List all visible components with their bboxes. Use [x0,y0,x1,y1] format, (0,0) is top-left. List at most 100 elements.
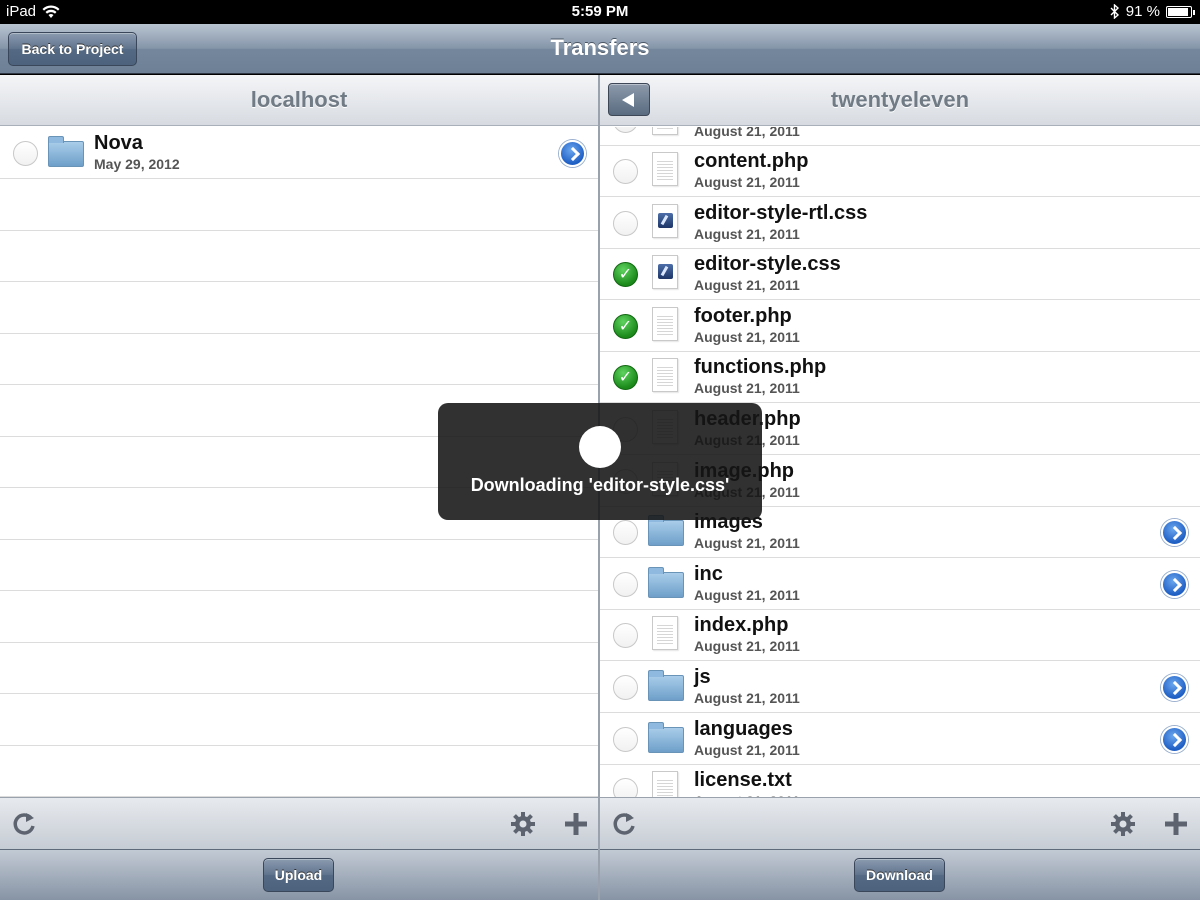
item-name: js [694,666,711,688]
item-date: May 29, 2012 [94,156,180,172]
list-item[interactable]: ✓ editor-style.css August 21, 2011 [600,248,1200,301]
refresh-icon[interactable] [11,810,39,838]
page-shape [652,771,678,797]
select-radio[interactable] [613,520,638,546]
page-shape [652,152,678,186]
text-lines [657,778,673,797]
item-date: August 21, 2011 [694,380,800,397]
download-button[interactable]: Download [854,858,945,892]
list-item[interactable]: languages August 21, 2011 [600,713,1200,765]
list-item[interactable]: license.txtAugust 21, 2011 [600,764,1200,797]
select-radio[interactable] [613,127,638,133]
gear-icon[interactable] [509,810,537,838]
item-name: index.php [694,614,789,637]
remote-pane-title: twentyeleven [830,87,970,112]
list-item[interactable]: Nova May 29, 2012 [0,127,598,179]
empty-row [0,539,598,591]
text-lines [657,159,673,181]
list-item[interactable]: editor-style-rtl.css August 21, 2011 [600,197,1200,249]
list-item[interactable]: inc August 21, 2011 [600,558,1200,610]
document-icon [646,616,684,653]
list-item[interactable]: content.php August 21, 2011 [600,145,1200,197]
document-icon [646,771,684,797]
css-badge [658,264,673,280]
local-toolbar [0,797,598,849]
page-shape [652,616,678,651]
bluetooth-icon [1110,4,1119,19]
folder-icon [646,566,684,602]
item-date: August 21, 2011 [694,638,800,655]
list-item[interactable]: index.php August 21, 2011 [600,609,1200,662]
local-pane-title: localhost [250,87,348,112]
document-icon [646,127,684,138]
folder-shape [48,136,84,167]
gear-icon[interactable] [1109,810,1137,838]
empty-row [0,642,598,694]
text-lines [657,313,673,336]
local-pane-header: localhost [0,75,598,126]
folder-shape [648,566,684,598]
text-lines [657,623,673,646]
select-radio[interactable] [613,675,638,700]
page-shape [652,306,678,341]
css-file-icon [646,255,684,292]
page-shape [652,127,678,135]
page-title: Transfers [550,35,650,60]
select-radio[interactable] [13,141,38,166]
selected-checkmark-icon[interactable]: ✓ [613,262,638,288]
item-name: editor-style-rtl.css [694,201,868,224]
plus-icon[interactable] [562,810,590,838]
list-item-partial[interactable]: August 21, 2011 [600,127,1200,146]
page-shape [652,255,678,290]
disclosure-arrow-icon[interactable] [1161,674,1188,701]
disclosure-arrow-icon[interactable] [1161,519,1188,547]
remote-action-bar: Download [600,849,1200,900]
battery-percent: 91 % [1125,3,1160,20]
disclosure-arrow-icon[interactable] [1161,725,1188,753]
status-right: 91 % [1110,3,1195,20]
css-file-icon [646,203,684,241]
upload-button[interactable]: Upload [263,858,334,892]
empty-row [0,591,598,643]
select-radio[interactable] [613,159,638,184]
select-radio[interactable] [613,210,638,236]
navigation-bar: Back to Project Transfers [0,24,1200,74]
selected-checkmark-icon[interactable]: ✓ [613,365,638,391]
item-name: languages [694,717,793,740]
item-date: August 21, 2011 [694,586,800,603]
remote-pane-header: twentyeleven [600,75,1200,126]
selected-checkmark-icon[interactable]: ✓ [613,313,638,339]
battery-icon [1166,5,1195,18]
empty-row [0,694,598,746]
item-date: August 21, 2011 [694,328,800,345]
folder-icon [46,135,84,171]
disclosure-arrow-icon[interactable] [559,140,586,167]
plus-icon[interactable] [1162,810,1190,838]
disclosure-arrow-icon[interactable] [1161,570,1188,598]
page-shape [652,203,678,238]
select-radio[interactable] [613,623,638,649]
item-date: August 21, 2011 [694,741,800,758]
list-item[interactable]: ✓ functions.php August 21, 2011 [600,351,1200,404]
css-badge [658,212,673,228]
select-radio[interactable] [613,778,638,797]
folder-icon [646,669,684,705]
list-item[interactable]: ✓ footer.php August 21, 2011 [600,300,1200,352]
hud-message: Downloading 'editor-style.css' [470,475,730,495]
list-item[interactable]: js August 21, 2011 [600,661,1200,713]
select-radio[interactable] [613,726,638,752]
refresh-icon[interactable] [611,810,639,838]
document-icon [646,306,684,344]
folder-shape [648,670,684,701]
item-date: August 21, 2011 [694,225,800,242]
page-shape [652,358,678,393]
empty-row [0,745,598,797]
item-date: August 21, 2011 [694,277,800,294]
select-radio[interactable] [613,571,638,597]
empty-row [0,230,598,282]
item-name: license.txt [694,769,792,792]
item-date: August 21, 2011 [694,174,800,190]
empty-row [0,282,598,334]
clock: 5:59 PM [571,3,629,20]
item-name: content.php [694,150,809,172]
